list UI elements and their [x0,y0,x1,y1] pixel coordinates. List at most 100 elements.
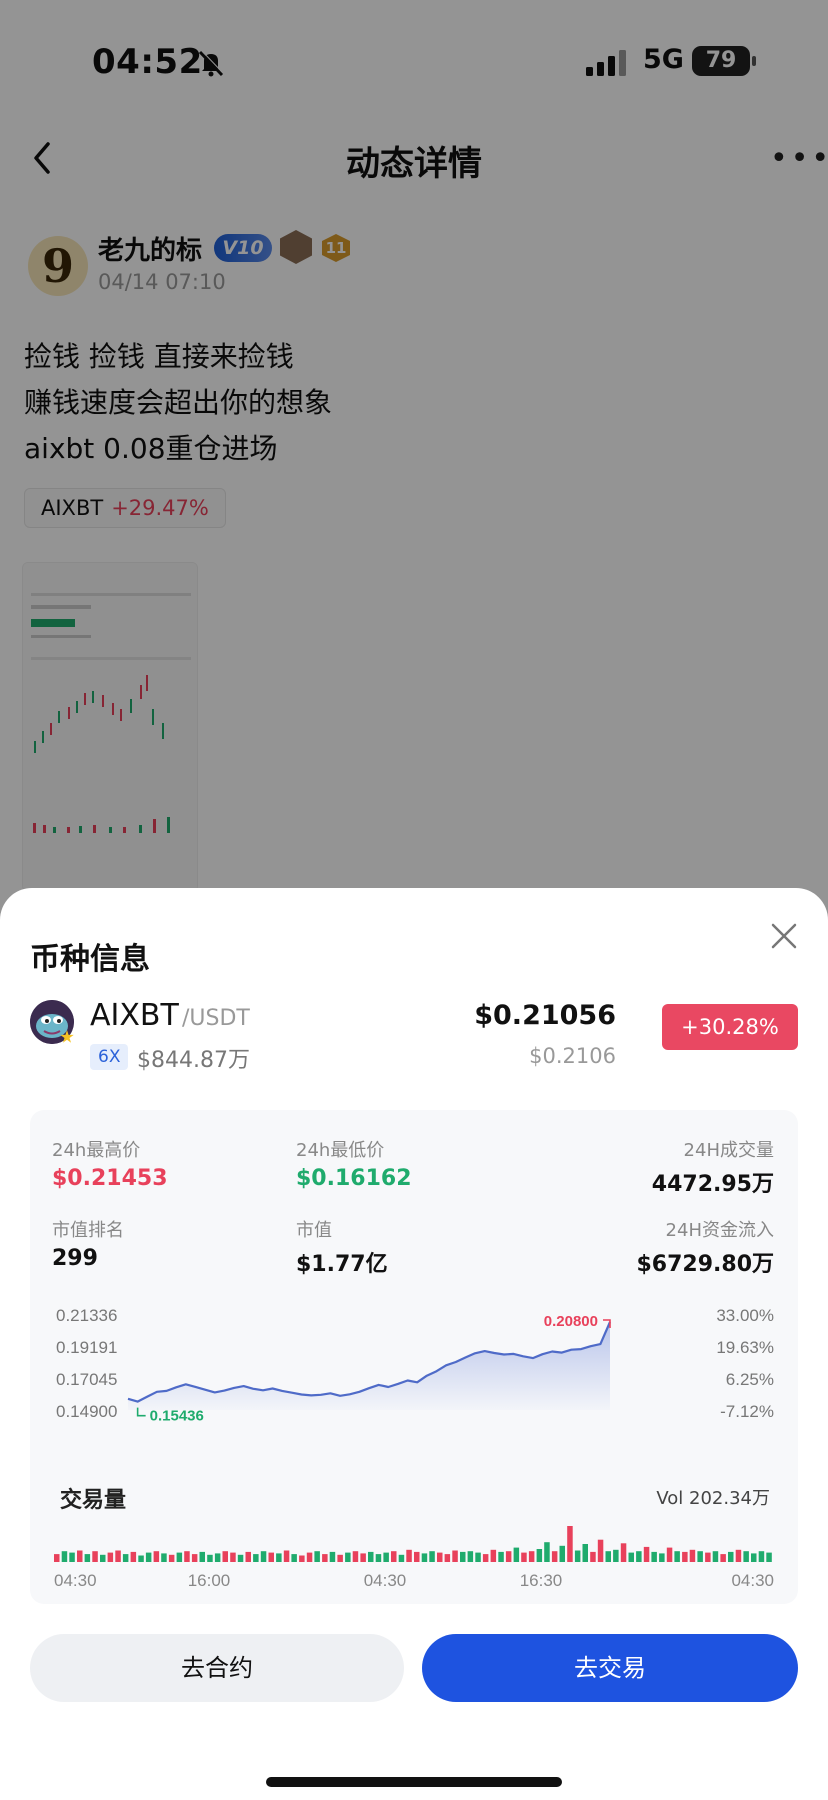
volume-bar [498,1551,504,1562]
volume-bar [720,1554,726,1562]
stat-rank: 市值排名 299 [52,1216,124,1271]
max-price-label: 0.20800 [544,1313,598,1330]
volume-bar [728,1551,734,1562]
volume-bar [467,1551,474,1562]
volume-bar [322,1554,328,1562]
y-tick-label: 0.21336 [56,1306,117,1325]
volume-bar [674,1551,680,1562]
volume-bar [153,1551,160,1562]
volume-bar [528,1551,535,1562]
stat-label: 24H成交量 [683,1140,774,1161]
volume-bar [689,1549,696,1562]
volume-bar [551,1551,558,1562]
volume-bar [605,1551,611,1562]
volume-bar [54,1554,60,1562]
volume-bar [299,1555,305,1562]
volume-bar [582,1544,588,1562]
coin-quote: /USDT [182,1006,250,1031]
stat-volume: 24H成交量 4472.95万 [652,1136,774,1198]
volume-bar [628,1552,634,1562]
volume-bar [168,1554,175,1562]
volume-bar [383,1552,389,1562]
stat-value: 299 [52,1246,98,1271]
coin-symbol: AIXBT [90,998,179,1033]
volume-bar [513,1547,520,1562]
y-pct-label: 6.25% [726,1370,774,1389]
x-tick-label: 16:00 [188,1571,231,1590]
volume-bar [452,1550,458,1562]
coin-header[interactable]: AIXBT /USDT 6X $844.87万 $0.21056 $0.2106… [0,984,828,1074]
x-tick-label: 04:30 [731,1571,774,1590]
volume-bar [345,1552,351,1562]
volume-total: Vol 202.34万 [656,1488,770,1509]
volume-bar [122,1554,129,1562]
volume-bar [115,1550,121,1562]
volume-bar [100,1554,106,1562]
volume-bar [597,1539,604,1562]
volume-bar [92,1551,98,1562]
volume-bar [421,1553,428,1562]
stat-high: 24h最高价 $0.21453 [52,1136,168,1191]
coin-info-sheet: 币种信息 AIXBT /USDT 6X $844.87万 $0.21056 $0… [0,888,828,1800]
x-tick-label: 04:30 [364,1571,407,1590]
volume-bar [636,1551,642,1562]
volume-bar [429,1551,435,1562]
volume-bar [743,1551,749,1562]
coin-market-cap: $844.87万 [137,1048,250,1073]
volume-bar [705,1552,711,1562]
volume-bar [590,1551,596,1562]
y-tick-label: 0.19191 [56,1338,117,1357]
volume-bar [559,1545,565,1562]
volume-bar [69,1552,75,1562]
y-pct-label: 33.00% [716,1306,774,1325]
volume-bar [398,1554,405,1562]
price-chart[interactable]: 0.21336 0.19191 0.17045 0.14900 33.00% 19.63%… [30,1296,798,1446]
volume-bar [107,1552,114,1562]
volume-bar [620,1543,627,1562]
volume-bar [766,1552,772,1562]
volume-bar [490,1549,497,1562]
volume-chart[interactable]: 04:30 16:00 04:30 16:30 04:30 [30,1520,798,1604]
stat-value: $6729.80万 [636,1252,774,1277]
volume-bar [199,1551,205,1562]
volume-bar [460,1551,466,1562]
volume-bar [291,1554,297,1562]
volume-bar [314,1551,320,1562]
coin-price: $0.21056 [474,1000,616,1031]
price-area [128,1322,610,1410]
contract-button[interactable]: 去合约 [30,1634,404,1702]
volume-bar [758,1551,765,1562]
volume-bar [437,1552,443,1562]
volume-bar [214,1553,221,1562]
volume-bar [659,1553,665,1562]
volume-bar [574,1550,581,1562]
stat-label: 24h最低价 [296,1140,385,1161]
volume-bar [414,1551,420,1562]
stat-label: 市值 [296,1220,332,1241]
volume-bar [697,1551,703,1562]
stat-label: 市值排名 [52,1220,124,1241]
volume-bar [329,1551,336,1562]
volume-bar [391,1551,397,1562]
stats-card: 24h最高价 $0.21453 24h最低价 $0.16162 24H成交量 4… [30,1110,798,1604]
volume-bar [406,1549,412,1562]
volume-bar [245,1551,251,1562]
stat-value: $1.77亿 [296,1252,388,1277]
volume-bar [651,1551,657,1562]
volume-bar [184,1551,190,1562]
stat-value: $0.16162 [296,1166,412,1191]
volume-bar [283,1550,290,1562]
volume-bar [222,1551,228,1562]
stat-market-cap: 市值 $1.77亿 [296,1216,388,1278]
y-tick-label: 0.14900 [56,1402,117,1421]
close-icon[interactable] [768,920,800,952]
volume-bar [352,1551,359,1562]
volume-bar [145,1552,152,1562]
volume-bar [536,1549,543,1562]
y-pct-label: -7.12% [720,1402,774,1421]
volume-bar [337,1554,343,1562]
volume-bar [444,1554,451,1562]
stat-value: 4472.95万 [651,1172,774,1197]
trade-button[interactable]: 去交易 [422,1634,798,1702]
volume-bar [207,1554,213,1562]
